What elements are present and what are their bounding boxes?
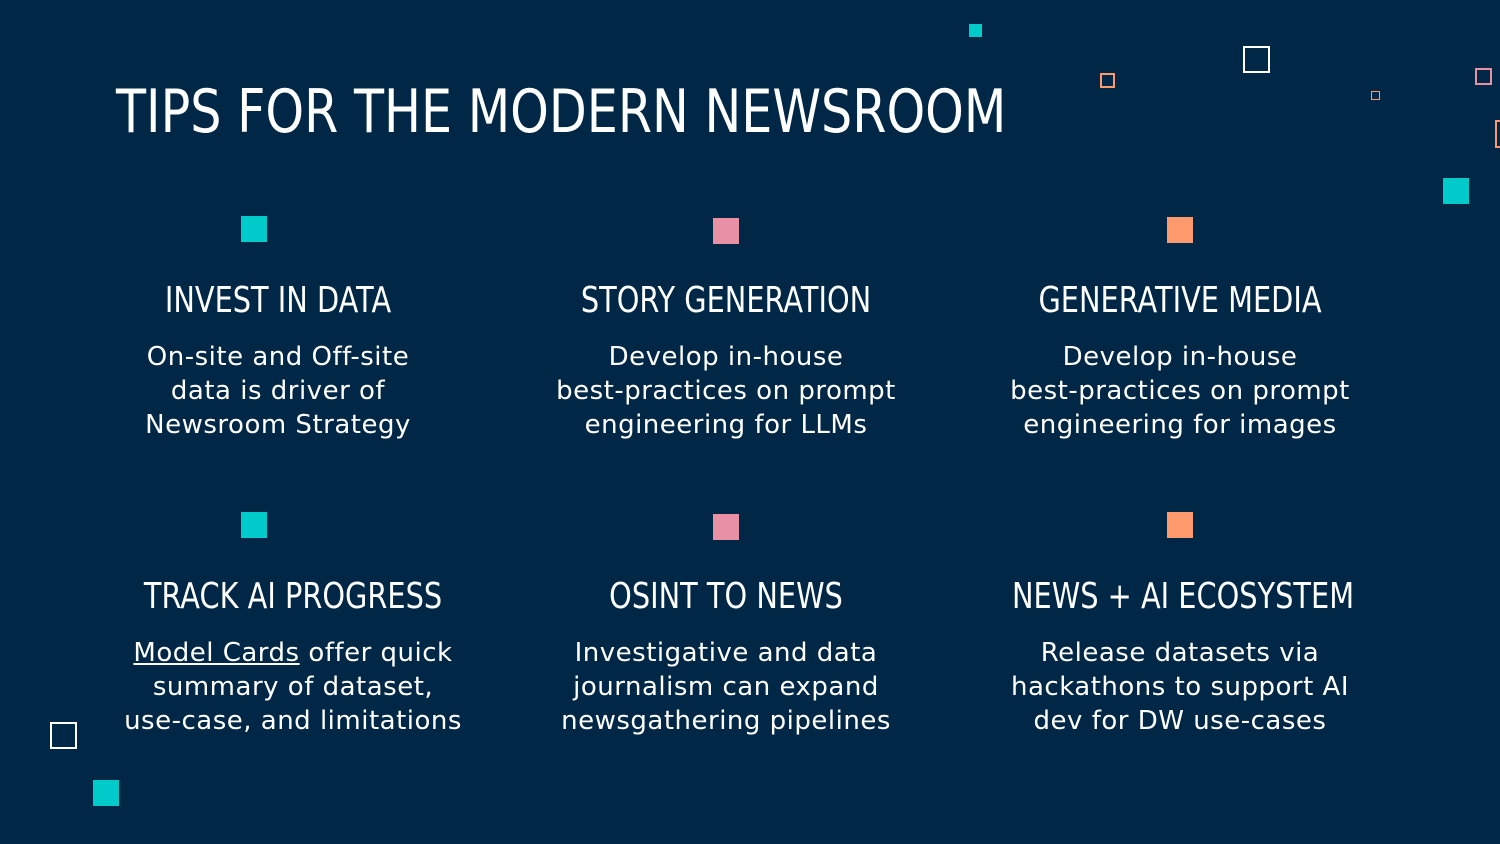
tip-card-osint-to-news: OSINT TO NEWS Investigative and data jou…	[516, 512, 936, 742]
decorative-square-outline	[1495, 120, 1500, 148]
tip-card-news-ai-ecosystem: NEWS + AI ECOSYSTEM Release datasets via…	[970, 512, 1390, 742]
decorative-square	[93, 780, 119, 806]
card-heading: STORY GENERATION	[580, 280, 872, 321]
marker-square	[241, 512, 267, 538]
card-body: Release datasets via hackathons to suppo…	[970, 636, 1390, 738]
decorative-square	[969, 24, 982, 37]
card-body-line: journalism can expand	[573, 672, 879, 702]
card-body-line: summary of dataset,	[152, 672, 434, 702]
decorative-square-outline	[1475, 68, 1492, 85]
card-heading: INVEST IN DATA	[164, 280, 392, 321]
tip-card-generative-media: GENERATIVE MEDIA Develop in-house best-p…	[970, 216, 1390, 446]
card-body-text: offer quick	[299, 638, 453, 668]
card-body-line: engineering for LLMs	[584, 410, 868, 440]
card-body-line: engineering for images	[1023, 410, 1337, 440]
card-body-line: use-case, and limitations	[124, 706, 462, 736]
card-body-line: On-site and Off-site	[146, 342, 410, 372]
card-body: Investigative and data journalism can ex…	[516, 636, 936, 738]
card-body-line: newsgathering pipelines	[561, 706, 891, 736]
card-body-line: Investigative and data	[574, 638, 878, 668]
card-body: On-site and Off-site data is driver of N…	[68, 340, 488, 442]
card-body: Develop in-house best-practices on promp…	[970, 340, 1390, 442]
marker-square	[1167, 512, 1193, 538]
card-body-line: best-practices on prompt	[556, 376, 896, 406]
card-body-line: Release datasets via	[1040, 638, 1320, 668]
card-body-line: best-practices on prompt	[1010, 376, 1350, 406]
card-body-line: Model Cards offer quick	[83, 636, 503, 670]
card-body: Develop in-house best-practices on promp…	[516, 340, 936, 442]
card-body-line: Develop in-house	[1062, 342, 1298, 372]
decorative-square	[1443, 178, 1469, 204]
decorative-square-outline	[1100, 73, 1115, 88]
card-body-line: data is driver of	[170, 376, 386, 406]
model-cards-link[interactable]: Model Cards	[133, 638, 299, 668]
tip-card-invest-in-data: INVEST IN DATA On-site and Off-site data…	[68, 216, 488, 446]
marker-square	[1167, 217, 1193, 243]
marker-square	[713, 218, 739, 244]
card-heading: OSINT TO NEWS	[609, 576, 843, 617]
decorative-square-outline	[50, 722, 77, 749]
card-body-line: hackathons to support AI	[1010, 672, 1349, 702]
decorative-square-outline	[1371, 91, 1380, 100]
tip-card-track-ai-progress: TRACK AI PROGRESS Model Cards offer quic…	[83, 512, 503, 742]
card-heading: NEWS + AI ECOSYSTEM	[1012, 576, 1355, 617]
card-heading: GENERATIVE MEDIA	[1038, 280, 1322, 321]
card-body-line: Newsroom Strategy	[145, 410, 411, 440]
tip-card-story-generation: STORY GENERATION Develop in-house best-p…	[516, 216, 936, 446]
card-body-line: dev for DW use-cases	[1033, 706, 1327, 736]
card-body: Model Cards offer quick summary of datas…	[83, 636, 503, 738]
card-heading: TRACK AI PROGRESS	[143, 576, 443, 617]
decorative-square-outline	[1243, 46, 1270, 73]
card-body-line: Develop in-house	[608, 342, 844, 372]
marker-square	[713, 514, 739, 540]
marker-square	[241, 216, 267, 242]
page-title: TIPS FOR THE MODERN NEWSROOM	[116, 77, 1007, 147]
